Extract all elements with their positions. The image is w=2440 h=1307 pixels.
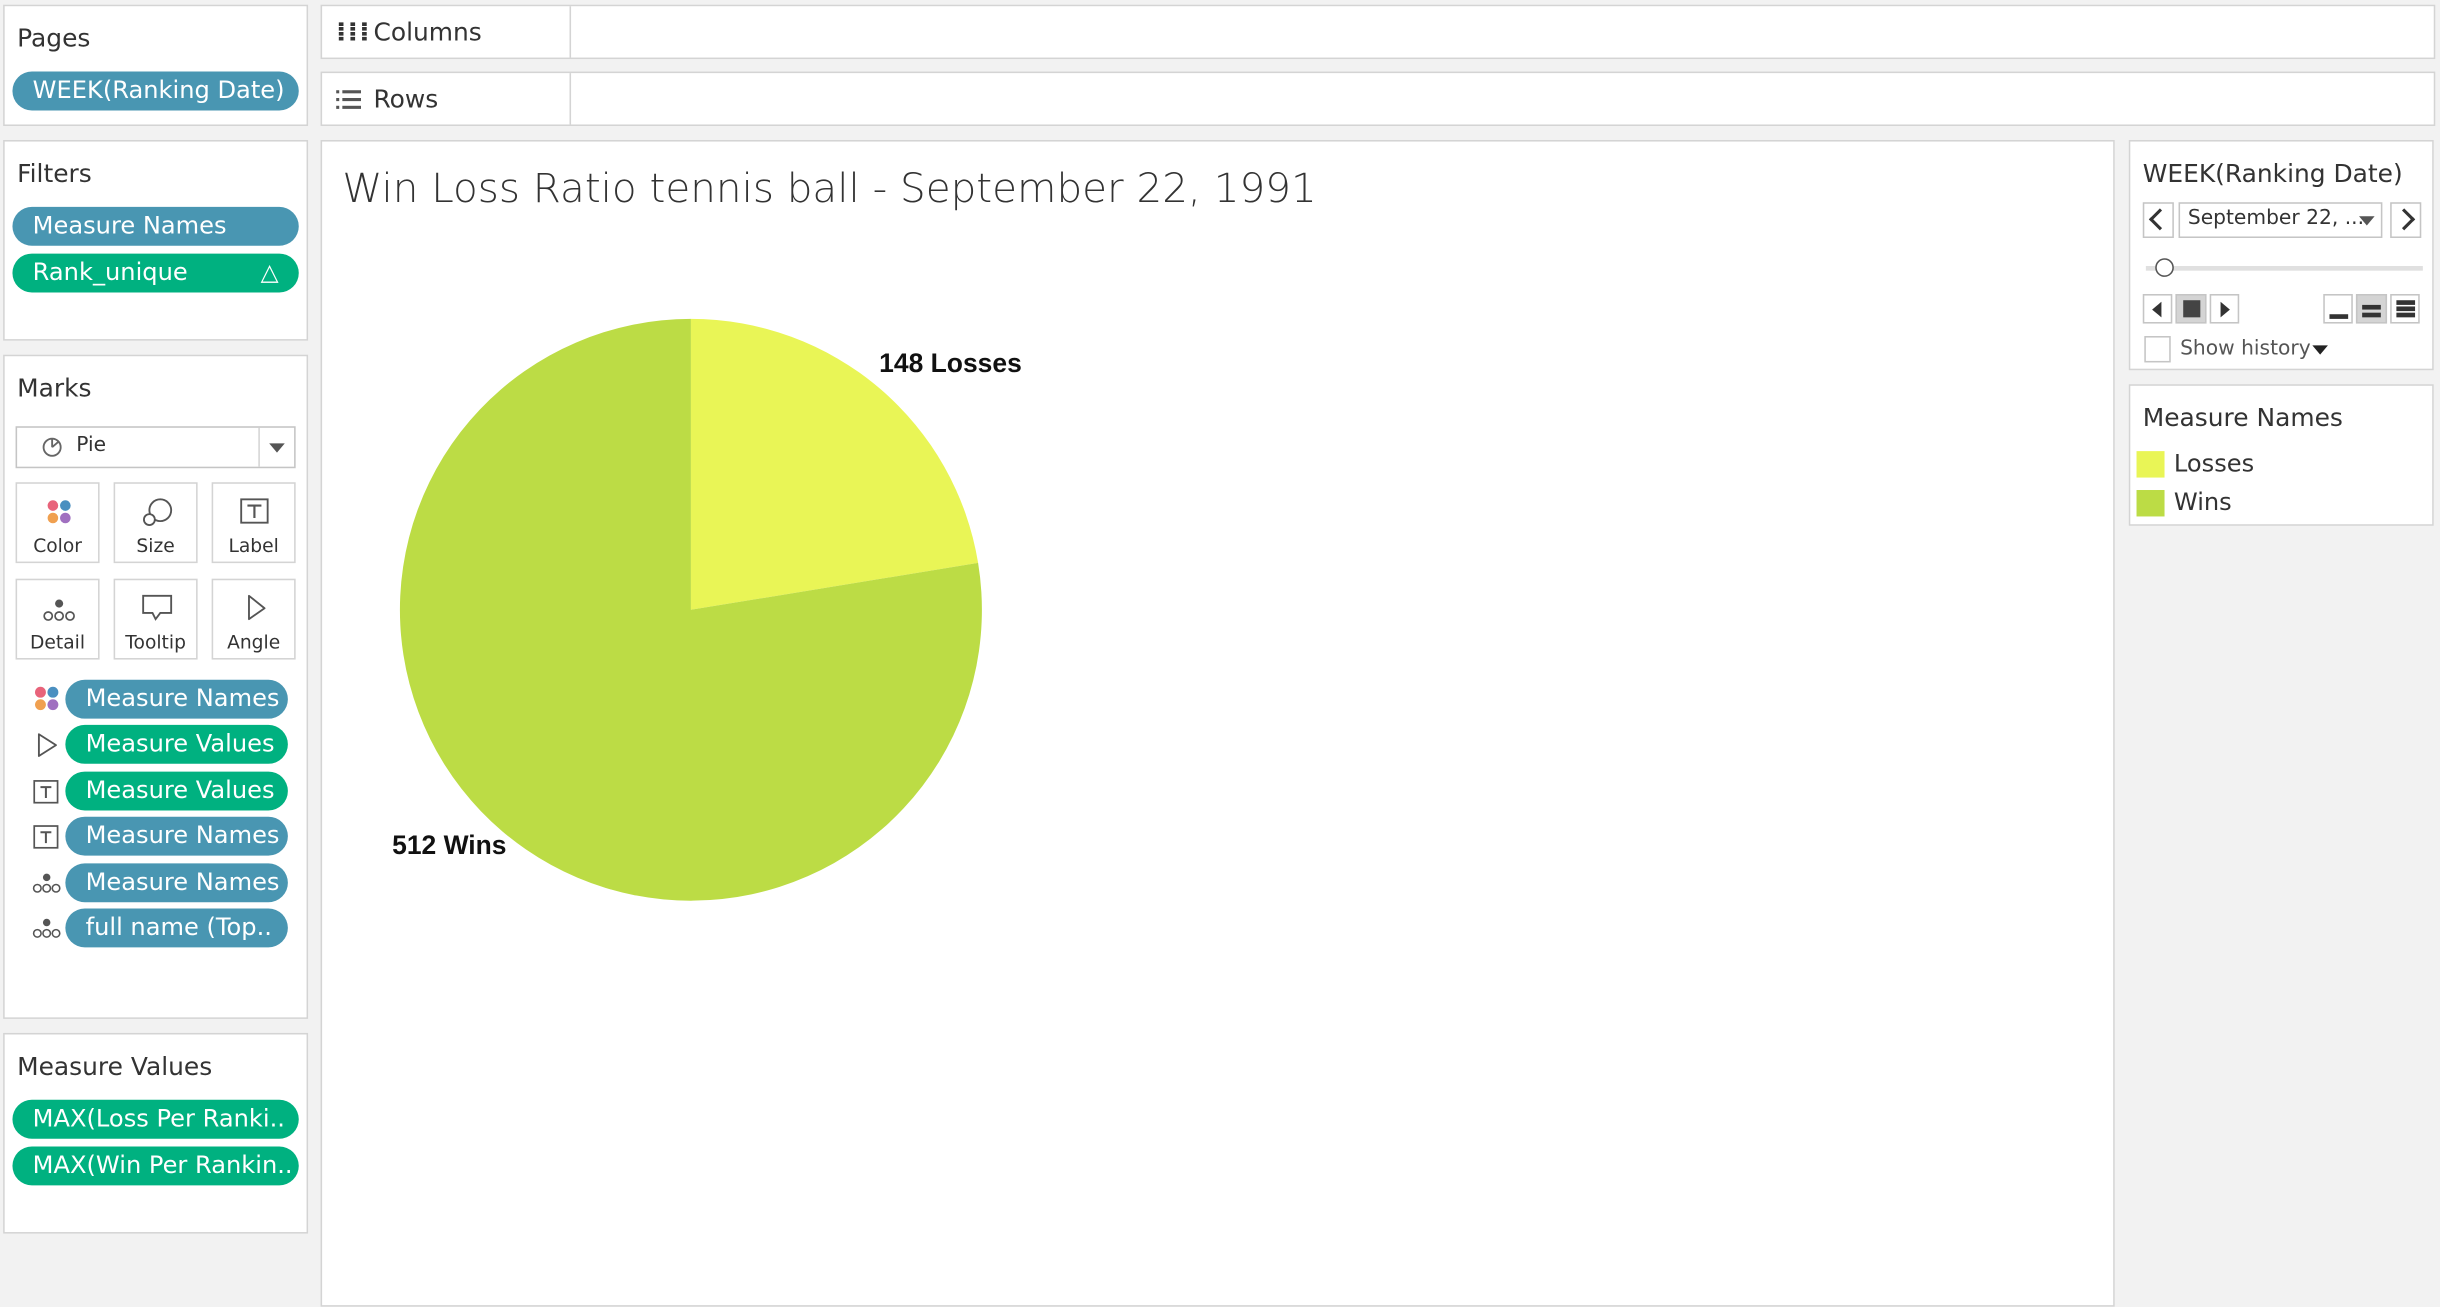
page-slider-thumb[interactable] xyxy=(2155,258,2174,277)
columns-label: Columns xyxy=(373,17,482,47)
pie-chart: 148 Losses 512 Wins xyxy=(392,318,1022,901)
view-title: Win Loss Ratio tennis ball - September 2… xyxy=(342,166,1317,214)
page-control-card: WEEK(Ranking Date) September 22, ... Sho… xyxy=(2128,140,2434,371)
marks-angle-label: Angle xyxy=(227,631,281,654)
view-canvas: Win Loss Ratio tennis ball - September 2… xyxy=(320,140,2115,1307)
page-value-label: September 22, ... xyxy=(2187,206,2365,231)
marks-field-label-measure-values[interactable]: Measure Values xyxy=(65,771,288,811)
marks-color-button[interactable]: Color xyxy=(15,482,100,564)
mark-type-label: Pie xyxy=(76,434,107,458)
filter-pill-rank-unique[interactable]: Rank_unique △ xyxy=(12,253,299,293)
marks-field-color-measure-names[interactable]: Measure Names xyxy=(65,679,288,719)
legend-swatch-wins xyxy=(2136,490,2165,517)
marks-field-label-measure-names[interactable]: Measure Names xyxy=(65,816,288,856)
angle-icon xyxy=(248,594,266,621)
size-icon xyxy=(143,498,173,526)
rows-icon xyxy=(336,90,362,109)
page-next-button[interactable] xyxy=(2390,202,2422,239)
detail-icon xyxy=(32,873,61,893)
speed-medium-icon xyxy=(2362,304,2381,310)
color-icon xyxy=(47,500,71,524)
color-icon xyxy=(35,686,59,711)
marks-field-angle-measure-values[interactable]: Measure Values xyxy=(65,724,288,764)
pie-mark-icon xyxy=(42,437,62,457)
speed-slow-button[interactable] xyxy=(2323,294,2353,324)
measure-values-card: Measure Values MAX(Loss Per Ranki.. MAX(… xyxy=(3,1032,309,1234)
marks-size-button[interactable]: Size xyxy=(113,482,198,564)
page-value-dropdown[interactable]: September 22, ... xyxy=(2178,202,2383,239)
measure-value-pill-win[interactable]: MAX(Win Per Rankin.. xyxy=(12,1146,299,1186)
detail-icon xyxy=(32,918,61,938)
legend-item-losses[interactable]: Losses xyxy=(2130,445,2432,482)
caret-down-icon[interactable] xyxy=(2312,345,2328,355)
columns-icon: ⁞⁞⁞ xyxy=(336,17,371,49)
stop-icon xyxy=(2183,300,2201,318)
columns-shelf-label: ⁞⁞⁞ Columns xyxy=(322,6,572,58)
filter-pill-rank-unique-label: Rank_unique xyxy=(32,258,188,287)
label-icon xyxy=(33,780,59,804)
label-icon xyxy=(33,825,59,849)
speed-fast-button[interactable] xyxy=(2390,294,2420,324)
mark-type-dropdown[interactable]: Pie xyxy=(15,426,296,469)
marks-field-detail-measure-names[interactable]: Measure Names xyxy=(65,863,288,903)
pages-title: Pages xyxy=(17,23,91,53)
page-control-title: WEEK(Ranking Date) xyxy=(2142,158,2403,189)
pie-label-wins: 512 Wins xyxy=(392,830,506,860)
legend-title: Measure Names xyxy=(2142,402,2343,433)
legend-swatch-losses xyxy=(2136,451,2165,478)
filter-pill-measure-names[interactable]: Measure Names xyxy=(12,206,299,246)
speed-slow-icon xyxy=(2329,314,2349,319)
marks-title: Marks xyxy=(17,373,92,403)
speed-medium-button[interactable] xyxy=(2355,294,2388,324)
playback-back-button[interactable] xyxy=(2142,294,2173,324)
mark-type-divider xyxy=(258,427,260,467)
play-back-icon xyxy=(2152,301,2162,318)
marks-tooltip-button[interactable]: Tooltip xyxy=(113,578,198,660)
show-history-label: Show history xyxy=(2180,337,2311,361)
pie-label-losses: 148 Losses xyxy=(879,348,1022,378)
marks-label-label: Label xyxy=(228,535,279,557)
marks-card: Marks Pie Color Size Label Detail Toolti… xyxy=(3,354,309,1019)
page-slider-track[interactable] xyxy=(2145,266,2423,271)
show-history-checkbox[interactable] xyxy=(2144,336,2171,363)
marks-color-label: Color xyxy=(33,535,82,557)
measure-value-pill-loss[interactable]: MAX(Loss Per Ranki.. xyxy=(12,1099,299,1139)
chevron-right-icon xyxy=(2393,208,2416,231)
filters-card: Filters Measure Names Rank_unique △ xyxy=(3,140,309,341)
measure-values-title: Measure Values xyxy=(17,1051,213,1082)
legend-item-wins[interactable]: Wins xyxy=(2130,484,2432,521)
marks-label-button[interactable]: Label xyxy=(211,482,296,564)
pages-card: Pages WEEK(Ranking Date) xyxy=(3,4,309,127)
rows-shelf[interactable]: Rows xyxy=(320,71,2436,127)
legend-card: Measure Names Losses Wins xyxy=(2128,384,2434,526)
marks-size-label: Size xyxy=(136,535,175,557)
chevron-down-icon xyxy=(269,443,285,453)
chevron-down-icon xyxy=(2359,216,2375,226)
chevron-left-icon xyxy=(2148,208,2171,231)
playback-stop-button[interactable] xyxy=(2175,294,2207,324)
marks-field-detail-full-name[interactable]: full name (Top.. xyxy=(65,908,288,948)
marks-tooltip-label: Tooltip xyxy=(125,631,186,654)
label-icon xyxy=(240,498,269,524)
page-prev-button[interactable] xyxy=(2142,202,2174,239)
delta-icon: △ xyxy=(260,258,279,287)
tooltip-icon xyxy=(142,594,173,621)
marks-detail-label: Detail xyxy=(30,631,86,654)
playback-forward-button[interactable] xyxy=(2209,294,2240,324)
rows-shelf-label: Rows xyxy=(322,73,572,125)
marks-angle-button[interactable]: Angle xyxy=(211,578,296,660)
filters-title: Filters xyxy=(17,158,92,189)
pages-pill-week[interactable]: WEEK(Ranking Date) xyxy=(12,71,299,111)
legend-label-losses: Losses xyxy=(2173,449,2255,478)
legend-label-wins: Wins xyxy=(2173,488,2232,517)
columns-shelf[interactable]: ⁞⁞⁞ Columns xyxy=(320,4,2436,60)
angle-icon xyxy=(37,733,57,757)
marks-detail-button[interactable]: Detail xyxy=(15,578,100,660)
play-forward-icon xyxy=(2220,301,2230,318)
rows-label: Rows xyxy=(373,84,439,114)
detail-icon xyxy=(43,599,75,621)
speed-fast-icon xyxy=(2396,300,2416,305)
